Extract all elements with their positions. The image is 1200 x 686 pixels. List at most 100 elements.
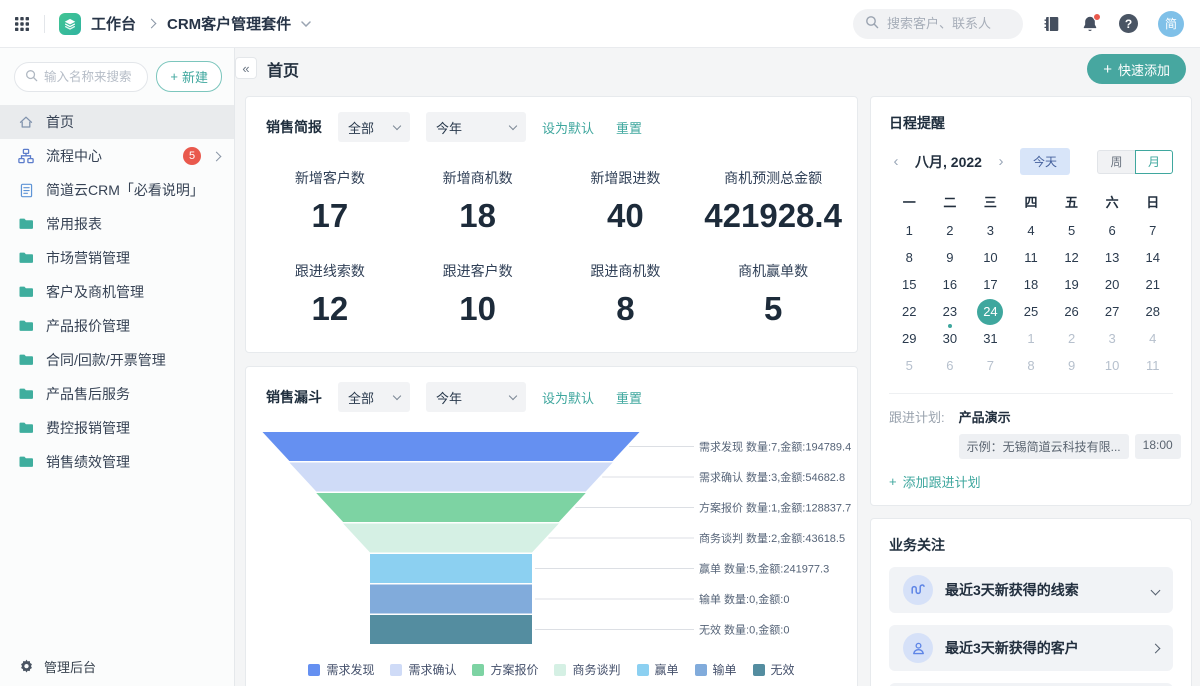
calendar-day[interactable]: 24 — [970, 298, 1011, 325]
calendar-day[interactable]: 31 — [970, 325, 1011, 352]
calendar-day[interactable]: 4 — [1011, 217, 1052, 244]
contacts-book-icon[interactable] — [1043, 15, 1061, 33]
scope-select[interactable]: 全部 — [338, 382, 410, 412]
sidebar-item[interactable]: 流程中心5 — [0, 139, 234, 173]
chevron-right-icon[interactable] — [212, 151, 222, 161]
calendar-day[interactable]: 6 — [930, 352, 971, 379]
calendar-day[interactable]: 25 — [1011, 298, 1052, 325]
calendar-day[interactable]: 4 — [1132, 325, 1173, 352]
collapse-sidebar-button[interactable]: « — [235, 57, 257, 79]
followup-company-tag[interactable]: 示例：无锡简道云科技有限... — [959, 434, 1129, 459]
reset-link[interactable]: 重置 — [616, 118, 642, 137]
sidebar-item[interactable]: 市场营销管理 — [0, 241, 234, 275]
calendar-day[interactable]: 23 — [930, 298, 971, 325]
sidebar-item[interactable]: 产品报价管理 — [0, 309, 234, 343]
chevron-down-icon[interactable] — [1151, 585, 1161, 595]
calendar-day[interactable]: 1 — [889, 217, 930, 244]
funnel-segment[interactable] — [343, 524, 559, 553]
sidebar-item[interactable]: 销售绩效管理 — [0, 445, 234, 479]
legend-item[interactable]: 需求发现 — [308, 661, 374, 678]
sidebar-item-admin[interactable]: 管理后台 — [0, 646, 234, 686]
calendar-day[interactable]: 10 — [1092, 352, 1133, 379]
sidebar-search[interactable] — [14, 62, 148, 92]
calendar-day[interactable]: 30 — [930, 325, 971, 352]
sidebar-item[interactable]: 客户及商机管理 — [0, 275, 234, 309]
calendar-day[interactable]: 6 — [1092, 217, 1133, 244]
calendar-day[interactable]: 1 — [1011, 325, 1052, 352]
calendar-day[interactable]: 28 — [1132, 298, 1173, 325]
month-toggle[interactable]: 月 — [1135, 150, 1173, 174]
calendar-day[interactable]: 26 — [1051, 298, 1092, 325]
period-select[interactable]: 今年 — [426, 382, 526, 412]
calendar-day[interactable]: 21 — [1132, 271, 1173, 298]
new-button[interactable]: +新建 — [156, 61, 222, 92]
calendar-day[interactable]: 5 — [1051, 217, 1092, 244]
sidebar-item[interactable]: 常用报表 — [0, 207, 234, 241]
app-title[interactable]: CRM客户管理套件 — [167, 13, 291, 34]
calendar-day[interactable]: 9 — [1051, 352, 1092, 379]
funnel-segment[interactable] — [316, 493, 586, 522]
prev-month-icon[interactable]: ‹ — [889, 153, 903, 170]
sidebar-item[interactable]: 产品售后服务 — [0, 377, 234, 411]
calendar-day[interactable]: 15 — [889, 271, 930, 298]
calendar-day[interactable]: 2 — [1051, 325, 1092, 352]
calendar-day[interactable]: 22 — [889, 298, 930, 325]
calendar-day[interactable]: 16 — [930, 271, 971, 298]
legend-item[interactable]: 赢单 — [637, 661, 679, 678]
calendar-day[interactable]: 7 — [1132, 217, 1173, 244]
calendar-day[interactable]: 17 — [970, 271, 1011, 298]
sidebar-item[interactable]: 简道云CRM「必看说明」 — [0, 173, 234, 207]
chevron-right-icon[interactable] — [1151, 643, 1161, 653]
calendar-day[interactable]: 8 — [1011, 352, 1052, 379]
legend-item[interactable]: 需求确认 — [390, 661, 456, 678]
legend-item[interactable]: 无效 — [753, 661, 795, 678]
calendar-day[interactable]: 20 — [1092, 271, 1133, 298]
sidebar-search-input[interactable] — [44, 70, 137, 84]
calendar-day[interactable]: 9 — [930, 244, 971, 271]
focus-row[interactable]: 最近3天新获得的客户 — [889, 625, 1173, 671]
apps-grid-icon[interactable] — [14, 16, 30, 32]
calendar-day[interactable]: 11 — [1132, 352, 1173, 379]
help-icon[interactable]: ? — [1119, 14, 1138, 33]
user-avatar[interactable]: 简 — [1158, 11, 1184, 37]
quick-add-button[interactable]: +快速添加 — [1087, 54, 1186, 84]
sidebar-item[interactable]: 合同/回款/开票管理 — [0, 343, 234, 377]
caret-down-icon[interactable] — [301, 21, 311, 27]
calendar-day[interactable]: 10 — [970, 244, 1011, 271]
legend-item[interactable]: 方案报价 — [472, 661, 538, 678]
funnel-segment[interactable] — [370, 585, 532, 614]
funnel-segment[interactable] — [370, 554, 532, 583]
calendar-day[interactable]: 29 — [889, 325, 930, 352]
week-toggle[interactable]: 周 — [1097, 150, 1135, 174]
today-button[interactable]: 今天 — [1020, 148, 1070, 175]
calendar-day[interactable]: 18 — [1011, 271, 1052, 298]
sidebar-item[interactable]: 费控报销管理 — [0, 411, 234, 445]
period-select[interactable]: 今年 — [426, 112, 526, 142]
calendar-day[interactable]: 19 — [1051, 271, 1092, 298]
calendar-day[interactable]: 13 — [1092, 244, 1133, 271]
legend-item[interactable]: 商务谈判 — [554, 661, 620, 678]
add-followup-link[interactable]: +添加跟进计划 — [889, 472, 981, 491]
workspace-title[interactable]: 工作台 — [91, 13, 136, 34]
calendar-day[interactable]: 14 — [1132, 244, 1173, 271]
focus-row[interactable]: 最近3天新获得的线索 — [889, 567, 1173, 613]
set-default-link[interactable]: 设为默认 — [542, 388, 594, 407]
calendar-day[interactable]: 3 — [1092, 325, 1133, 352]
sidebar-item[interactable]: 首页 — [0, 105, 234, 139]
calendar-day[interactable]: 8 — [889, 244, 930, 271]
app-logo-icon[interactable] — [59, 13, 81, 35]
calendar-day[interactable]: 11 — [1011, 244, 1052, 271]
calendar-day[interactable]: 5 — [889, 352, 930, 379]
funnel-segment[interactable] — [370, 615, 532, 644]
notification-bell-icon[interactable] — [1081, 15, 1099, 33]
legend-item[interactable]: 输单 — [695, 661, 737, 678]
calendar-day[interactable]: 2 — [930, 217, 971, 244]
set-default-link[interactable]: 设为默认 — [542, 118, 594, 137]
scope-select[interactable]: 全部 — [338, 112, 410, 142]
next-month-icon[interactable]: › — [994, 153, 1008, 170]
global-search-input[interactable] — [887, 16, 1007, 31]
calendar-day[interactable]: 7 — [970, 352, 1011, 379]
funnel-segment[interactable] — [263, 432, 640, 461]
funnel-segment[interactable] — [289, 463, 612, 492]
calendar-day[interactable]: 12 — [1051, 244, 1092, 271]
